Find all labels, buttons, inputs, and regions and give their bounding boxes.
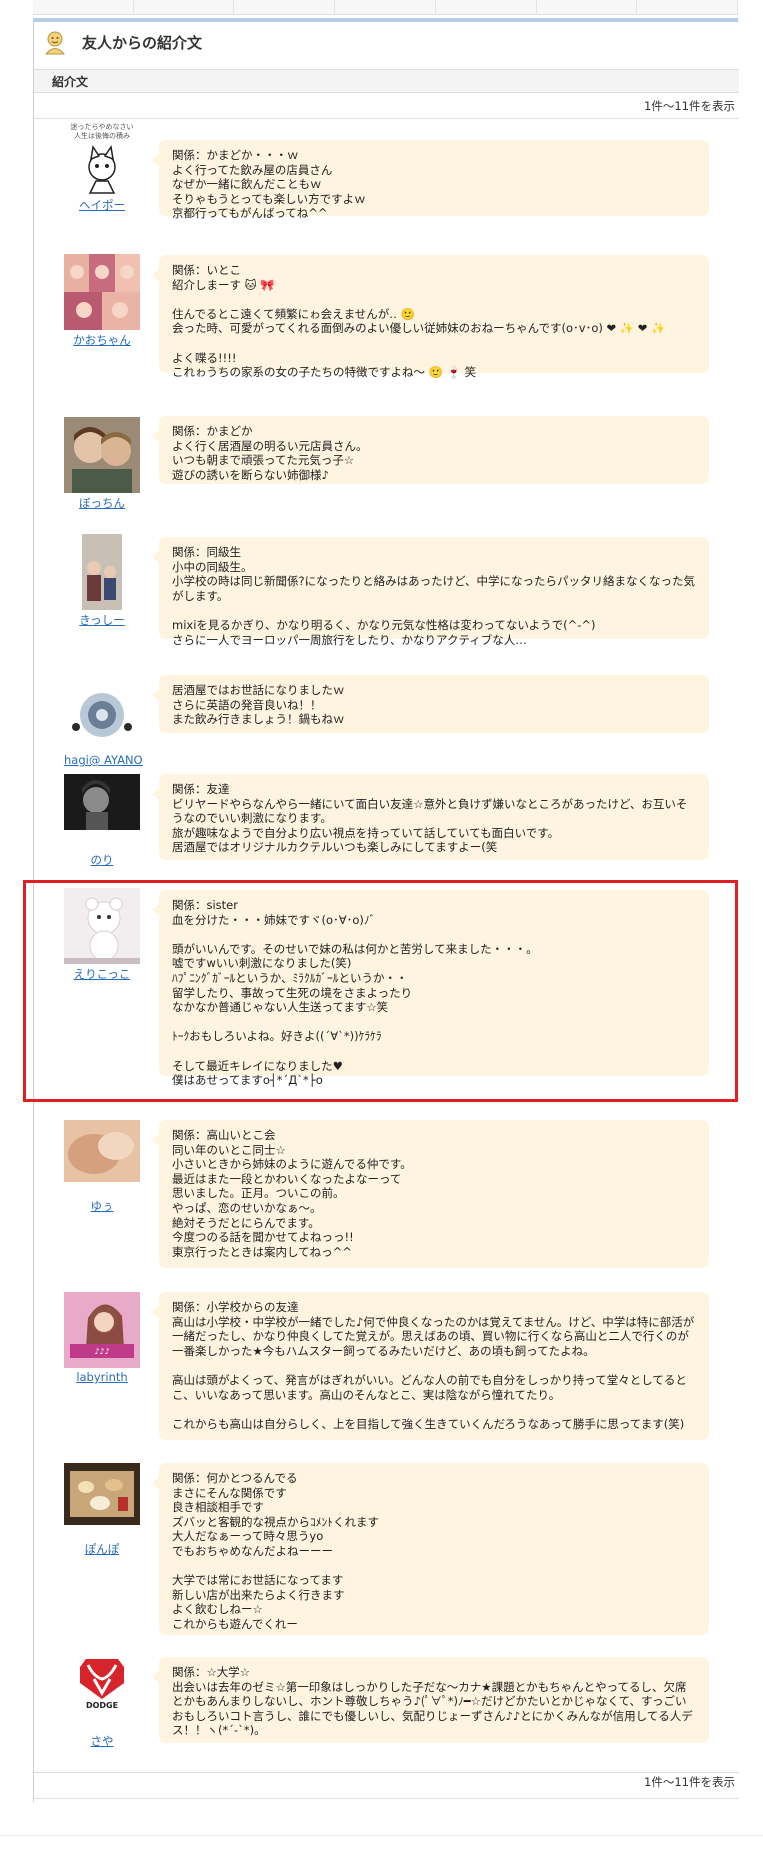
friend-avatar-col: のり xyxy=(64,774,140,868)
svg-text:♪♪♪: ♪♪♪ xyxy=(94,1347,109,1356)
friend-avatar-col: DODGE さや xyxy=(64,1655,140,1749)
intro-text: 関係：何かとつるんでる まさにそんな関係です 良き相談相手です ズバッと客観的な… xyxy=(172,1471,379,1631)
friend-avatar-col: ゆぅ xyxy=(64,1120,140,1214)
section-title: 紹介文 xyxy=(52,74,89,89)
intro-text: 関係：いとこ 紹介しまーす 🐱 🎀 住んでるとこ遠くて頻繁にゎ会えませんが‥ 🙂… xyxy=(172,263,666,380)
avatar[interactable] xyxy=(64,417,140,493)
intro-text: 関係：小学校からの友達 高山は小学校・中学校が一緒でした♪何で仲良くなったのかは… xyxy=(172,1300,695,1431)
friend-avatar-col: 迷ったらやめなさい 人生は後悔の積み ヘイポー xyxy=(64,119,140,213)
svg-text:人生は後悔の積み: 人生は後悔の積み xyxy=(74,131,130,140)
friend-name-link[interactable]: のり xyxy=(64,852,140,868)
intro-bubble: 関係：何かとつるんでる まさにそんな関係です 良き相談相手です ズバッと客観的な… xyxy=(152,1463,709,1635)
friend-name-link[interactable]: ぼっちん xyxy=(64,495,140,511)
result-count-top: 1件～11件を表示 xyxy=(644,99,735,113)
friend-name-link[interactable]: ゆぅ xyxy=(64,1198,140,1214)
intro-bubble: 関係：高山いとこ会 同い年のいとこ同士☆ 小さいときから姉妹のように遊んでる仲で… xyxy=(152,1120,709,1268)
intro-bubble: 関係：☆大学☆ 出会いは去年のゼミ☆第一印象はしっかりした子だな～カナ★課題とか… xyxy=(152,1657,709,1743)
intro-bubble: 関係：かまどか・・・ｗ よく行ってた飲み屋の店員さん なぜか一緒に飲んだこともｗ… xyxy=(152,140,709,220)
intro-bubble: 関係：友達 ビリヤードやらなんやら一緒にいて面白い友達☆意外と負けず嫌いなところ… xyxy=(152,774,709,860)
intro-text: 関係：同級生 小中の同級生。 小学校の時は同じ新聞係?になったりと絡みはあったけ… xyxy=(172,545,696,647)
dodge-logo-text: DODGE xyxy=(86,1701,118,1709)
intro-text: 関係：友達 ビリヤードやらなんやら一緒にいて面白い友達☆意外と負けず嫌いなところ… xyxy=(172,782,688,855)
panel-header: 友人からの紹介文 xyxy=(34,22,739,62)
intro-text: 関係：かまどか よく行く居酒屋の明るい元店員さん。 いつも朝まで頑張ってた元気っ… xyxy=(172,424,368,482)
intro-bubble: 関係：かまどか よく行く居酒屋の明るい元店員さん。 いつも朝まで頑張ってた元気っ… xyxy=(152,416,709,484)
friend-avatar-col: hagi@ AYANO xyxy=(64,675,143,767)
divider xyxy=(34,1772,739,1773)
friend-name-link[interactable]: hagi@ AYANO xyxy=(64,753,143,767)
highlight-box xyxy=(23,880,738,1102)
avatar[interactable]: 迷ったらやめなさい 人生は後悔の積み xyxy=(64,119,140,195)
intro-bubble: 関係：同級生 小中の同級生。 小学校の時は同じ新聞係?になったりと絡みはあったけ… xyxy=(152,537,709,647)
section-header: 紹介文 xyxy=(34,69,739,93)
avatar[interactable] xyxy=(64,675,140,751)
friend-name-link[interactable]: ヘイポー xyxy=(64,197,140,213)
friend-name-link[interactable]: かおちゃん xyxy=(64,332,140,348)
top-nav-strip xyxy=(33,0,739,15)
intro-text: 居酒屋ではお世話になりましたｗ さらに英語の発音良いね！！ また飲み行きましょう… xyxy=(172,683,345,727)
intro-text: 関係：高山いとこ会 同い年のいとこ同士☆ 小さいときから姉妹のように遊んでる仲で… xyxy=(172,1128,412,1259)
avatar[interactable] xyxy=(64,1120,140,1196)
avatar[interactable] xyxy=(64,1463,140,1539)
friend-name-link[interactable]: ぽんぽ xyxy=(64,1541,140,1557)
person-icon xyxy=(44,31,66,55)
friend-avatar-col: ぼっちん xyxy=(64,417,140,511)
intro-bubble: 関係：いとこ 紹介しまーす 🐱 🎀 住んでるとこ遠くて頻繁にゎ会えませんが‥ 🙂… xyxy=(152,255,709,379)
intro-text: 関係：☆大学☆ 出会いは去年のゼミ☆第一印象はしっかりした子だな～カナ★課題とか… xyxy=(172,1665,693,1738)
friend-name-link[interactable]: さや xyxy=(64,1733,140,1749)
divider xyxy=(34,1798,739,1799)
intro-text: 関係：かまどか・・・ｗ よく行ってた飲み屋の店員さん なぜか一緒に飲んだこともｗ… xyxy=(172,148,366,221)
friend-avatar-col: ぽんぽ xyxy=(64,1463,140,1557)
friend-name-link[interactable]: labyrinth xyxy=(64,1370,140,1384)
friend-avatar-col: かおちゃん xyxy=(64,254,140,348)
friend-avatar-col: きっしー xyxy=(64,534,140,628)
avatar[interactable]: DODGE xyxy=(64,1655,140,1731)
intro-bubble: 関係：小学校からの友達 高山は小学校・中学校が一緒でした♪何で仲良くなったのかは… xyxy=(152,1292,709,1440)
footer-divider xyxy=(0,1835,763,1836)
intro-bubble: 居酒屋ではお世話になりましたｗ さらに英語の発音良いね！！ また飲み行きましょう… xyxy=(152,675,709,733)
avatar[interactable] xyxy=(64,254,140,330)
avatar[interactable] xyxy=(64,774,140,850)
page-title: 友人からの紹介文 xyxy=(82,33,203,52)
avatar[interactable] xyxy=(64,534,140,610)
svg-text:迷ったらやめなさい: 迷ったらやめなさい xyxy=(71,122,134,131)
friend-name-link[interactable]: きっしー xyxy=(64,612,140,628)
avatar[interactable]: ♪♪♪ xyxy=(64,1292,140,1368)
result-count-bottom: 1件～11件を表示 xyxy=(644,1775,735,1789)
friend-avatar-col: ♪♪♪ labyrinth xyxy=(64,1292,140,1384)
